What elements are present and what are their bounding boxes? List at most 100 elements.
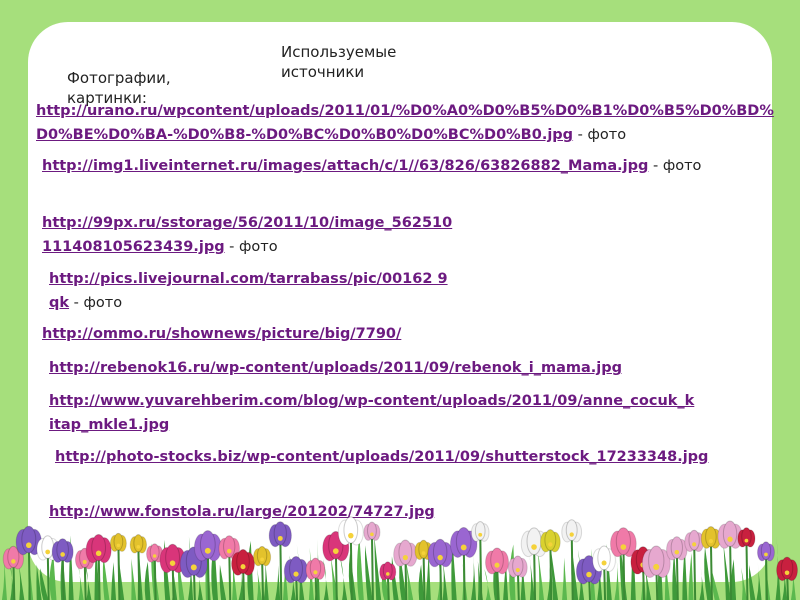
flower-petal [309, 557, 322, 579]
leaf [688, 552, 694, 600]
leaf [749, 564, 756, 600]
flower-petal [91, 533, 107, 562]
source-link[interactable]: http://ommo.ru/shownews/picture/big/7790… [42, 326, 401, 342]
source-item: http://img1.liveinternet.ru/images/attac… [42, 154, 702, 178]
flower-petal [670, 536, 683, 559]
flower-center [744, 538, 749, 543]
flower-center [727, 536, 733, 542]
leaf [219, 564, 227, 600]
flower-petal [741, 527, 752, 547]
flower-petal [343, 516, 359, 544]
flower-center [385, 572, 390, 576]
flower-petal [648, 545, 665, 576]
flower-center [45, 549, 51, 555]
flower-petal [780, 556, 794, 580]
flower-center [60, 552, 65, 557]
flower-petal [597, 545, 611, 571]
flower-petal [455, 527, 472, 556]
source-item: http://pics.livejournal.com/tarrabass/pi… [49, 267, 449, 315]
flower-center [152, 554, 157, 558]
flower-petal [688, 529, 700, 551]
source-link[interactable]: http://img1.liveinternet.ru/images/attac… [42, 158, 648, 174]
leaf [339, 555, 348, 600]
flower-petal [432, 538, 448, 566]
flower-center [653, 563, 660, 571]
leaf [562, 557, 568, 600]
flower-petal [289, 555, 303, 582]
source-suffix: - фото [573, 127, 627, 143]
flower-petal [366, 521, 377, 540]
flower-center [240, 564, 246, 570]
flower-petal [760, 541, 772, 561]
flower-petal [165, 543, 181, 572]
slide-title: Используемые источники [281, 43, 397, 81]
flower-center [116, 543, 121, 548]
flower-center [494, 562, 500, 568]
flower-petal [544, 529, 557, 551]
flower-stem [117, 543, 121, 600]
flower-petal [41, 535, 55, 559]
flower-center [293, 571, 299, 577]
flower-center [190, 564, 197, 571]
source-item: http://ommo.ru/shownews/picture/big/7790… [42, 322, 642, 346]
leaf [39, 568, 49, 600]
flower-center [332, 548, 339, 554]
flower-center [460, 544, 467, 551]
source-link[interactable]: http://photo-stocks.biz/wp-content/uploa… [55, 449, 708, 465]
flower-stem [479, 532, 483, 600]
flower-petal [565, 519, 578, 541]
flower-center [784, 570, 790, 576]
flower-center [569, 532, 574, 537]
flower-center [515, 568, 520, 573]
flower-petal [273, 521, 287, 546]
flower-stem [370, 532, 374, 600]
source-link[interactable]: http://urano.ru/wpcontent/uploads/2011/0… [36, 103, 774, 143]
flower-center [601, 560, 607, 566]
flower-center [708, 538, 714, 544]
flower-stem [693, 542, 697, 600]
flower-stem [709, 538, 713, 600]
flower-petal [149, 543, 160, 562]
flower-center [764, 552, 768, 557]
flower-petal [474, 521, 486, 541]
flower-stem [137, 544, 141, 600]
flower-petal [56, 538, 69, 562]
flower-center [226, 548, 232, 554]
flower-center [692, 542, 697, 547]
flower-center [277, 535, 283, 541]
flower-petal [256, 546, 268, 565]
source-link[interactable]: http://rebenok16.ru/wp-content/uploads/2… [49, 360, 622, 376]
source-link[interactable]: http://www.yuvarehberim.com/blog/wp-cont… [49, 393, 694, 433]
flower-center [421, 551, 426, 555]
flower-petal [133, 534, 144, 553]
source-suffix: - фото [648, 158, 702, 174]
flower-border-decoration [1, 516, 798, 600]
flower-petal [398, 539, 413, 566]
leaf [275, 565, 281, 600]
flower-center [531, 544, 537, 550]
leaf [711, 569, 720, 600]
flower-center [204, 547, 211, 554]
leaf [471, 550, 477, 600]
leaf [131, 558, 137, 600]
leaf [699, 566, 705, 600]
flower-petal [113, 532, 124, 551]
source-item: http://rebenok16.ru/wp-content/uploads/2… [49, 356, 709, 380]
flower-petal [418, 539, 429, 559]
flower-center [136, 545, 141, 549]
flower-petal [512, 555, 524, 577]
leaf [256, 568, 262, 600]
flower-center [11, 559, 16, 564]
leaf [144, 561, 151, 600]
flower-petal [199, 530, 216, 560]
flower-petal [490, 547, 504, 573]
flower-petal [21, 525, 37, 554]
source-suffix: - фото [69, 295, 123, 311]
flower-stem [745, 538, 749, 600]
flower-center [548, 542, 553, 547]
flower-center [674, 549, 680, 555]
flower-petal [382, 561, 393, 580]
source-item: http://99px.ru/sstorage/56/2011/10/image… [42, 211, 462, 259]
flower-center [313, 570, 318, 575]
flower-center [260, 557, 264, 562]
